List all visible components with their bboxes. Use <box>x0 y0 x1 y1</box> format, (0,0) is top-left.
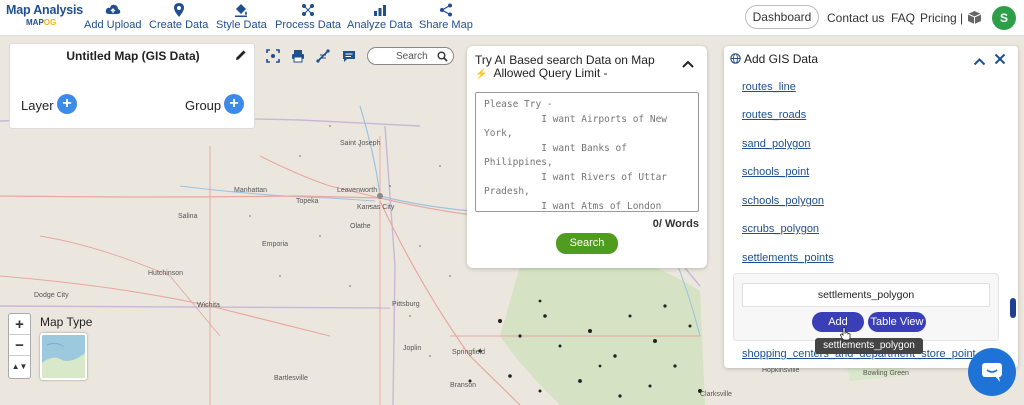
map-place-label: Pittsburg <box>392 301 420 308</box>
share-icon <box>419 3 473 19</box>
map-place-label: Hutchinson <box>148 270 184 277</box>
chat-support-button[interactable] <box>968 348 1016 396</box>
add-gis-data-panel: Add GIS Data routes_line routes_roads sa… <box>724 46 1018 368</box>
search-icon <box>437 51 448 62</box>
map-place-label: Wichita <box>197 302 220 309</box>
chevron-up-icon[interactable] <box>681 58 695 68</box>
map-type-label: Map Type <box>40 315 93 329</box>
gis-panel-title: Add GIS Data <box>744 52 819 66</box>
map-search-button[interactable]: Search <box>367 47 454 65</box>
logo[interactable]: Map Analysis MAPOG <box>6 3 84 27</box>
fullscreen-icon[interactable] <box>266 49 280 63</box>
gis-layer-item[interactable]: schools_polygon <box>742 195 824 207</box>
faq-link[interactable]: FAQ <box>891 11 915 25</box>
map-place-label: Saint Joseph <box>340 140 381 147</box>
pricing-link[interactable]: Pricing | <box>920 11 963 25</box>
nav-create-data[interactable]: Create Data <box>149 3 208 31</box>
gis-layer-item[interactable]: sand_polygon <box>742 138 811 150</box>
cube-icon[interactable] <box>967 10 982 25</box>
cloud-upload-icon <box>84 3 142 19</box>
ai-panel-title: Try AI Based search Data on Map <box>475 53 655 67</box>
process-nodes-icon <box>275 3 341 19</box>
top-navigation-bar: Map Analysis MAPOG Add Upload Create Dat… <box>0 0 1024 36</box>
selected-layer-card: settlements_polygon Add Table View <box>733 273 999 341</box>
layer-label: Layer <box>21 98 54 113</box>
map-place-label: Manhattan <box>234 187 268 194</box>
map-place-label: Hopkinsville <box>762 367 800 374</box>
gis-layer-item[interactable]: schools_point <box>742 166 809 178</box>
word-counter: 0/ Words <box>652 218 699 230</box>
map-place-label: Joplin <box>403 345 422 352</box>
map-place-label: Salina <box>178 213 198 220</box>
nav-label: Share Map <box>419 19 473 31</box>
map-place-label: Kansas City <box>357 204 395 211</box>
ai-query-input[interactable] <box>475 92 699 212</box>
add-layer-to-map-button[interactable]: Add <box>812 312 864 332</box>
contact-us-link[interactable]: Contact us <box>827 11 884 25</box>
gis-layer-item[interactable]: routes_line <box>742 81 796 93</box>
gis-layer-item[interactable]: routes_roads <box>742 109 806 121</box>
nav-analyze-data[interactable]: Analyze Data <box>347 3 412 31</box>
nav-label: Style Data <box>216 19 267 31</box>
gis-panel-header: Add GIS Data <box>730 52 818 66</box>
map-place-label: Clarksville <box>700 391 732 398</box>
layer-panel: Untitled Map (GIS Data) Layer + Group + <box>9 43 255 129</box>
close-icon[interactable] <box>994 53 1006 65</box>
logo-subtitle: MAPOG <box>26 18 57 27</box>
map-place-label: Bowling Green <box>863 370 909 377</box>
hand-cursor-icon <box>840 327 851 341</box>
zoom-out-button[interactable]: − <box>9 335 30 356</box>
chat-icon <box>982 363 1002 382</box>
user-avatar[interactable]: S <box>992 6 1016 30</box>
map-place-label: Topeka <box>296 198 319 205</box>
nav-label: Add Upload <box>84 19 142 31</box>
selected-layer-name: settlements_polygon <box>742 283 990 307</box>
map-place-label: Springfield <box>452 349 486 356</box>
gis-layer-item[interactable]: scrubs_polygon <box>742 223 819 235</box>
gis-layer-item[interactable]: settlements_points <box>742 252 834 264</box>
table-view-button[interactable]: Table View <box>868 312 926 332</box>
nav-label: Process Data <box>275 19 342 31</box>
ai-search-panel: Try AI Based search Data on Map ⚡ Allowed… <box>467 46 707 268</box>
print-icon[interactable] <box>291 49 305 63</box>
zoom-in-button[interactable]: + <box>9 314 30 335</box>
add-button-tooltip: settlements_polygon <box>815 338 923 354</box>
map-place-label: Leavenworth <box>337 187 378 194</box>
analyze-chart-icon <box>347 3 412 19</box>
nav-process-data[interactable]: Process Data <box>275 3 341 31</box>
paint-bucket-icon <box>216 3 267 19</box>
map-place-label: Olathe <box>350 223 371 230</box>
map-place-label: Branson <box>450 382 477 389</box>
globe-icon <box>730 53 741 64</box>
map-search-label: Search <box>396 51 428 62</box>
map-place-label: Bartlesville <box>274 375 308 382</box>
gis-panel-scrollbar[interactable] <box>1010 298 1016 318</box>
comment-icon[interactable] <box>342 49 356 63</box>
ai-search-button[interactable]: Search <box>556 233 618 254</box>
dashboard-button[interactable]: Dashboard <box>745 5 819 29</box>
nav-label: Create Data <box>149 19 209 31</box>
map-place-label: Emporia <box>262 241 289 248</box>
compass-button[interactable]: ▲▼ <box>9 356 30 377</box>
group-label: Group <box>185 98 222 113</box>
nav-add-upload[interactable]: Add Upload <box>84 3 142 31</box>
chevron-up-icon[interactable] <box>973 55 986 66</box>
nav-label: Analyze Data <box>347 19 413 31</box>
map-title: Untitled Map (GIS Data) <box>66 49 200 63</box>
add-layer-button[interactable]: + <box>57 94 77 114</box>
map-marker-icon <box>149 3 208 19</box>
map-type-thumbnail[interactable] <box>40 333 87 380</box>
logo-title: Map Analysis <box>6 3 84 17</box>
lightning-icon: ⚡ <box>475 69 488 80</box>
zoom-control: + − ▲▼ <box>8 313 31 379</box>
add-group-button[interactable]: + <box>224 94 244 114</box>
ai-query-limit: ⚡ Allowed Query Limit - <box>475 66 608 80</box>
pencil-icon[interactable] <box>235 49 247 61</box>
nav-style-data[interactable]: Style Data <box>216 3 267 31</box>
nav-share-map[interactable]: Share Map <box>419 3 473 31</box>
map-place-label: Dodge City <box>34 292 69 299</box>
measure-icon[interactable] <box>316 49 330 63</box>
